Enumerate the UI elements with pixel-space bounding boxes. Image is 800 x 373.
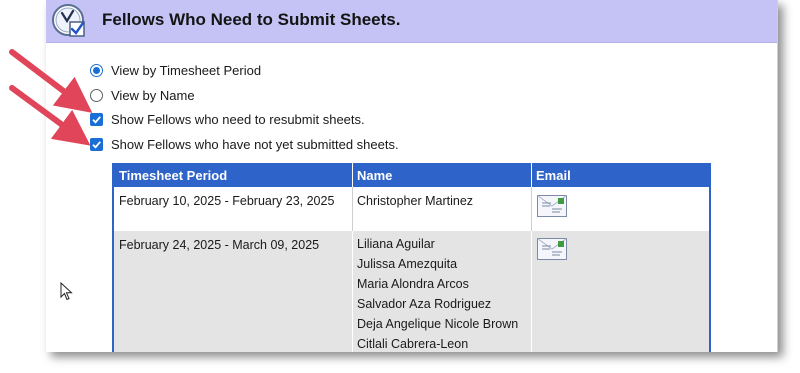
- page-title: Fellows Who Need to Submit Sheets.: [102, 10, 401, 29]
- names-cell: Christopher Martinez: [357, 191, 473, 211]
- envelope-icon[interactable]: [537, 195, 567, 217]
- column-divider: [531, 163, 532, 187]
- view-by-period-radio[interactable]: View by Timesheet Period: [90, 61, 261, 79]
- annotation-arrows: [9, 49, 93, 146]
- column-header-email[interactable]: Email: [536, 168, 571, 183]
- column-divider: [352, 163, 353, 187]
- fellow-name: Deja Angelique Nicole Brown: [357, 317, 519, 331]
- option-label: Show Fellows who need to resubmit sheets…: [111, 111, 365, 127]
- option-label: Show Fellows who have not yet submitted …: [111, 136, 399, 152]
- column-header-name[interactable]: Name: [357, 168, 392, 183]
- fellow-name: Julissa Amezquita: [357, 257, 458, 271]
- table-header: Timesheet Period Name Email: [114, 163, 709, 187]
- names-cell: Liliana Aguilar Julissa Amezquita Maria …: [357, 234, 518, 352]
- page-panel: Fellows Who Need to Submit Sheets. View …: [46, 0, 778, 352]
- column-divider: [352, 231, 353, 352]
- fellow-name: Salvador Aza Rodriguez: [357, 297, 492, 311]
- column-header-period[interactable]: Timesheet Period: [119, 168, 227, 183]
- column-divider: [531, 231, 532, 352]
- envelope-icon[interactable]: [537, 238, 567, 260]
- period-cell: February 24, 2025 - March 09, 2025: [119, 238, 320, 252]
- show-not-submitted-checkbox[interactable]: Show Fellows who have not yet submitted …: [90, 135, 399, 153]
- option-label: View by Name: [111, 87, 195, 103]
- column-divider: [352, 187, 353, 231]
- timesheet-clock-icon: [52, 4, 85, 37]
- fellow-name: Maria Alondra Arcos: [357, 277, 469, 291]
- page-header: Fellows Who Need to Submit Sheets.: [46, 0, 778, 43]
- period-cell: February 10, 2025 - February 23, 2025: [119, 194, 335, 208]
- table-row: February 24, 2025 - March 09, 2025 Lilia…: [114, 231, 709, 352]
- table-row: February 10, 2025 - February 23, 2025 Ch…: [114, 187, 709, 231]
- option-label: View by Timesheet Period: [111, 62, 262, 78]
- fellow-name: Liliana Aguilar: [357, 237, 435, 251]
- column-divider: [531, 187, 532, 231]
- show-resubmit-checkbox[interactable]: Show Fellows who need to resubmit sheets…: [90, 110, 365, 128]
- mouse-pointer-icon: [60, 282, 73, 301]
- fellows-table: Timesheet Period Name Email February 10,…: [112, 163, 711, 352]
- fellow-name: Christopher Martinez: [357, 194, 474, 208]
- fellow-name: Citlali Cabrera-Leon: [357, 337, 469, 351]
